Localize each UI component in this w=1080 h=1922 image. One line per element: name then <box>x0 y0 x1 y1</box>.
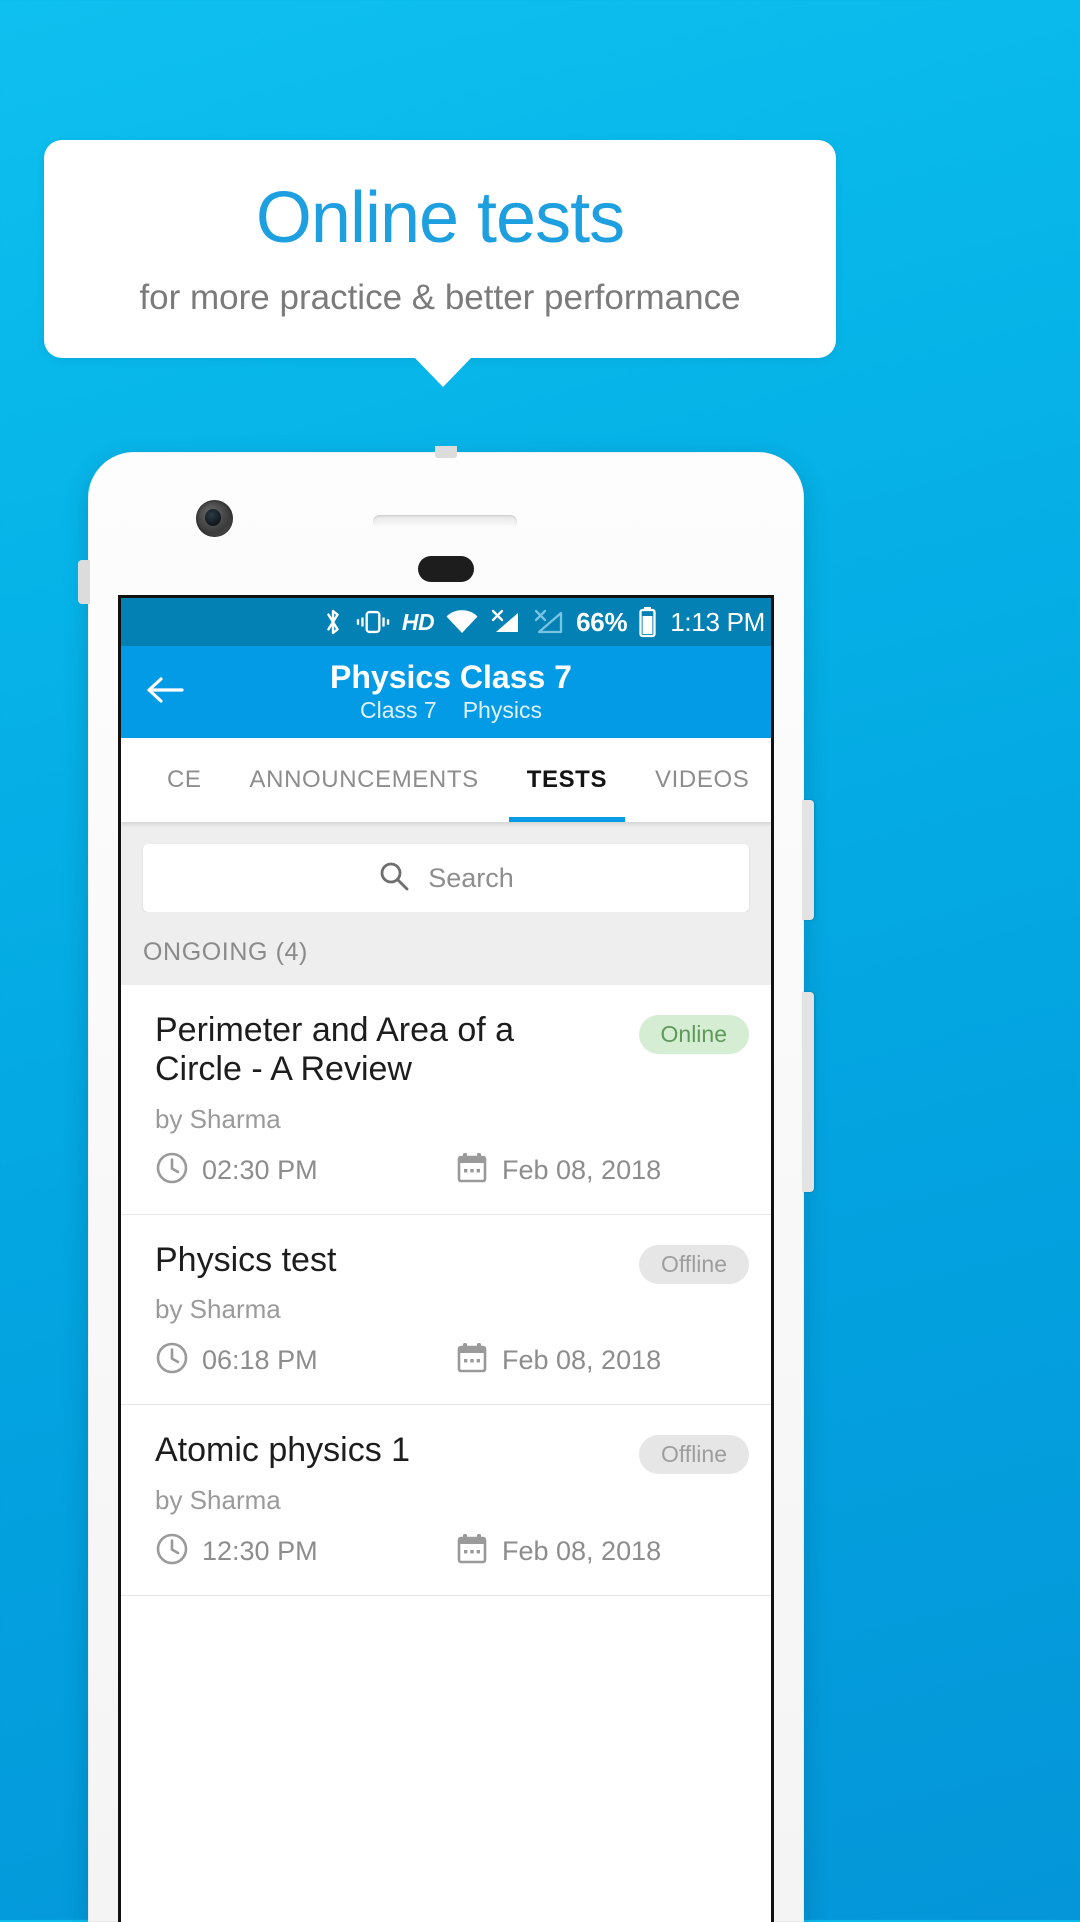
status-badge: Offline <box>638 1435 749 1475</box>
status-bar-clock: 1:13 PM <box>670 606 765 637</box>
app-bar: Physics Class 7 Class 7 Physics <box>121 646 771 738</box>
breadcrumb-subject: Physics <box>462 697 542 724</box>
list-item[interactable]: Atomic physics 1 by Sharma 12:30 PM Feb … <box>121 1405 771 1596</box>
wifi-icon <box>445 609 479 635</box>
battery-icon <box>638 606 657 638</box>
test-author: by Sharma <box>155 1294 281 1325</box>
tab-tests[interactable]: TESTS <box>503 738 631 822</box>
search-container: Search <box>121 822 771 912</box>
test-date: Feb 08, 2018 <box>502 1535 662 1566</box>
promo-card-tail <box>414 357 472 387</box>
test-meta: 06:18 PM Feb 08, 2018 <box>155 1341 749 1380</box>
signal-sim1-no-service-icon <box>490 608 522 636</box>
app-bar-texts: Physics Class 7 Class 7 Physics <box>121 660 771 725</box>
earpiece-speaker <box>373 515 517 528</box>
list-item[interactable]: Perimeter and Area of a Circle - A Revie… <box>121 985 771 1215</box>
search-input[interactable]: Search <box>143 844 749 912</box>
section-header-ongoing: ONGOING (4) <box>121 912 771 985</box>
test-time: 12:30 PM <box>202 1535 318 1566</box>
signal-sim2-no-service-icon <box>533 608 565 636</box>
clock-icon <box>155 1151 189 1190</box>
phone-top-notch <box>435 446 457 458</box>
clock-icon <box>155 1341 189 1380</box>
status-badge: Offline <box>638 1244 749 1284</box>
sensor-pill <box>418 556 474 582</box>
test-title: Perimeter and Area of a Circle - A Revie… <box>155 1011 515 1089</box>
promo-title: Online tests <box>255 177 625 258</box>
breadcrumb: Class 7 Physics <box>131 697 771 724</box>
test-time-group: 06:18 PM <box>155 1341 455 1380</box>
calendar-icon <box>455 1341 489 1380</box>
test-date-group: Feb 08, 2018 <box>455 1151 661 1190</box>
page-title: Physics Class 7 <box>330 658 572 695</box>
test-date-group: Feb 08, 2018 <box>455 1341 661 1380</box>
test-title: Physics test <box>155 1240 337 1279</box>
promo-card: Online tests for more practice & better … <box>44 140 836 358</box>
test-author: by Sharma <box>155 1103 281 1134</box>
hd-icon: HD <box>401 608 435 635</box>
test-time-group: 12:30 PM <box>155 1532 455 1571</box>
test-title: Atomic physics 1 <box>155 1431 411 1470</box>
tests-list: Perimeter and Area of a Circle - A Revie… <box>121 985 771 1596</box>
back-button[interactable] <box>141 668 189 716</box>
bluetooth-icon <box>322 607 344 637</box>
test-date: Feb 08, 2018 <box>502 1154 662 1185</box>
calendar-icon <box>455 1151 489 1190</box>
search-icon <box>378 860 410 897</box>
list-item[interactable]: Physics test by Sharma 06:18 PM Feb 08, … <box>121 1215 771 1406</box>
phone-screen: HD 66% 1:13 PM Physics Class 7 Class 7 P… <box>118 595 774 1922</box>
test-time: 06:18 PM <box>202 1345 318 1376</box>
status-badge: Online <box>638 1015 749 1054</box>
test-meta: 02:30 PM Feb 08, 2018 <box>155 1151 749 1190</box>
vibrate-icon <box>355 608 391 636</box>
clock-icon <box>155 1532 189 1571</box>
tab-videos[interactable]: VIDEOS <box>631 738 771 822</box>
test-time-group: 02:30 PM <box>155 1151 455 1190</box>
test-meta: 12:30 PM Feb 08, 2018 <box>155 1532 749 1571</box>
test-date: Feb 08, 2018 <box>502 1345 662 1376</box>
front-camera-icon <box>196 500 233 537</box>
tab-bar: CE ANNOUNCEMENTS TESTS VIDEOS <box>121 738 771 822</box>
power-button[interactable] <box>802 800 814 920</box>
phone-mockup: HD 66% 1:13 PM Physics Class 7 Class 7 P… <box>78 446 814 1922</box>
left-side-button[interactable] <box>78 560 90 604</box>
battery-percent-label: 66% <box>576 606 628 637</box>
status-bar: HD 66% 1:13 PM <box>121 598 771 646</box>
calendar-icon <box>455 1532 489 1571</box>
search-placeholder: Search <box>428 862 514 893</box>
breadcrumb-class: Class 7 <box>360 697 437 724</box>
test-author: by Sharma <box>155 1484 281 1515</box>
arrow-left-icon <box>145 674 185 711</box>
tab-announcements[interactable]: ANNOUNCEMENTS <box>226 738 503 822</box>
promo-subtitle: for more practice & better performance <box>139 277 741 317</box>
tab-ce[interactable]: CE <box>143 738 226 822</box>
test-date-group: Feb 08, 2018 <box>455 1532 661 1571</box>
volume-button[interactable] <box>802 992 814 1192</box>
test-time: 02:30 PM <box>202 1154 318 1185</box>
